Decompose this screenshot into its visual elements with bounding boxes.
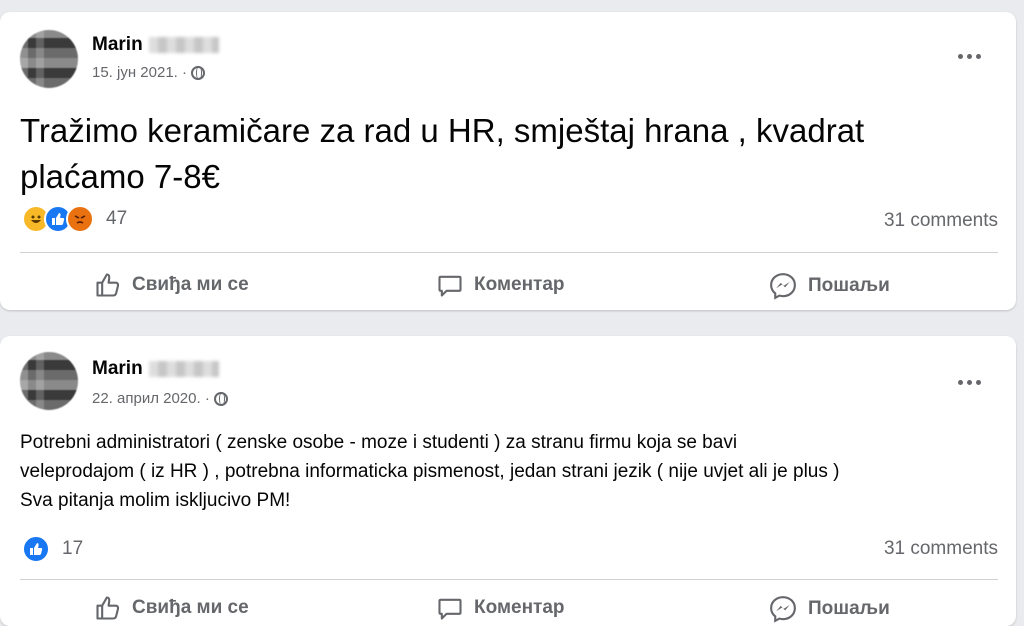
redacted-name xyxy=(148,360,219,377)
share-button-label: Пошаљи xyxy=(808,598,890,619)
like-button[interactable]: Свиђа ми се xyxy=(94,594,249,622)
share-button-label: Пошаљи xyxy=(808,275,890,296)
redacted-name xyxy=(148,36,219,53)
reaction-count: 47 xyxy=(106,208,128,229)
globe-icon xyxy=(213,391,228,406)
like-icon xyxy=(22,535,50,563)
author-name[interactable]: Marin xyxy=(92,358,219,380)
comment-icon xyxy=(438,598,462,620)
avatar[interactable] xyxy=(20,352,78,410)
comment-button-label: Коментар xyxy=(474,597,565,618)
comment-button[interactable]: Коментар xyxy=(436,594,565,622)
author-name-text: Marin xyxy=(92,34,143,55)
share-button[interactable]: Пошаљи xyxy=(768,594,890,624)
author-name-text: Marin xyxy=(92,358,143,379)
thumbs-up-icon xyxy=(96,273,120,297)
more-options-icon[interactable] xyxy=(954,46,984,66)
post-text: Potrebni administratori ( zenske osobe -… xyxy=(20,428,1010,515)
globe-icon xyxy=(191,65,206,80)
comment-button[interactable]: Коментар xyxy=(436,271,565,299)
post-card-1: Marin 15. јун 2021. · Tražimo keramičare… xyxy=(0,12,1016,310)
comments-count[interactable]: 31 comments xyxy=(884,210,998,232)
post-card-2: Marin 22. април 2020. · Potrebni adminis… xyxy=(0,336,1016,626)
reaction-count: 17 xyxy=(62,538,84,559)
post-date[interactable]: 22. април 2020. · xyxy=(92,390,210,407)
post-meta: 15. јун 2021. · xyxy=(92,64,206,81)
like-button-label: Свиђа ми се xyxy=(132,597,249,618)
author-name[interactable]: Marin xyxy=(92,34,219,56)
post-text-line: Potrebni administratori ( zenske osobe -… xyxy=(20,432,738,453)
comment-icon xyxy=(438,275,462,297)
divider xyxy=(20,579,998,580)
angry-icon xyxy=(66,205,94,233)
reactions-summary[interactable]: 17 xyxy=(22,535,83,563)
messenger-icon xyxy=(770,596,796,623)
more-options-icon[interactable] xyxy=(954,372,984,392)
share-button[interactable]: Пошаљи xyxy=(768,271,890,301)
like-button-label: Свиђа ми се xyxy=(132,274,249,295)
post-meta: 22. април 2020. · xyxy=(92,390,228,407)
thumbs-up-icon xyxy=(96,596,120,620)
post-text: Tražimo keramičare za rad u HR, smještaj… xyxy=(20,112,865,195)
comment-button-label: Коментар xyxy=(474,274,565,295)
divider xyxy=(20,252,998,253)
messenger-icon xyxy=(770,273,796,300)
avatar[interactable] xyxy=(20,30,78,88)
post-date[interactable]: 15. јун 2021. · xyxy=(92,64,187,81)
post-text-line: veleprodajom ( iz HR ) , potrebna inform… xyxy=(20,461,840,482)
like-button[interactable]: Свиђа ми се xyxy=(94,271,249,299)
post-text-line: Sva pitanja molim iskljucivo PM! xyxy=(20,490,291,511)
comments-count[interactable]: 31 comments xyxy=(884,538,998,560)
reactions-summary[interactable]: 47 xyxy=(22,205,127,233)
